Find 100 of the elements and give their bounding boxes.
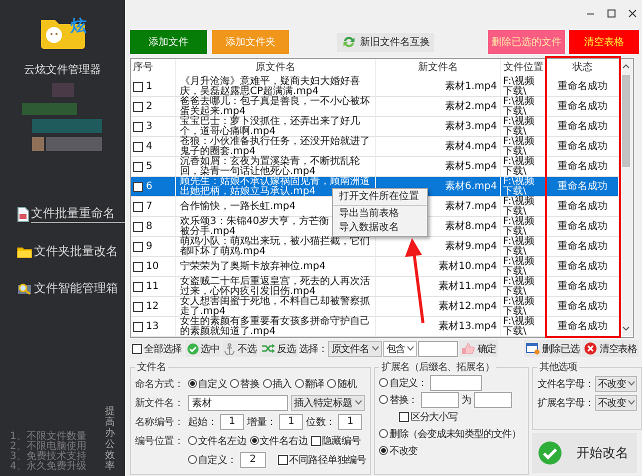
table-cell: 重命名成功 bbox=[547, 77, 619, 96]
table-cell: 5 bbox=[146, 162, 152, 172]
checkbox[interactable] bbox=[133, 202, 143, 212]
checkbox[interactable] bbox=[133, 282, 143, 292]
table-cell: 4 bbox=[146, 142, 152, 152]
radio-button[interactable] bbox=[188, 436, 197, 445]
input-field[interactable] bbox=[418, 340, 458, 356]
sidebar-item[interactable]: 文件智能管理箱 bbox=[34, 280, 118, 297]
table-cell: 3 bbox=[146, 122, 152, 132]
checkbox[interactable] bbox=[133, 142, 143, 152]
radio-button[interactable] bbox=[327, 379, 336, 388]
checkbox[interactable] bbox=[133, 322, 143, 332]
input-field[interactable]: 1 bbox=[279, 414, 304, 430]
checkbox[interactable] bbox=[133, 242, 143, 252]
table-cell: 6 bbox=[146, 182, 152, 192]
field-label: 增量： bbox=[247, 416, 276, 428]
anchor-icon bbox=[224, 342, 236, 354]
checkbox[interactable] bbox=[133, 102, 143, 112]
input-field[interactable]: 2 bbox=[240, 452, 266, 468]
select-button[interactable]: 选中 bbox=[184, 340, 222, 357]
checkbox[interactable] bbox=[133, 302, 143, 312]
table-cell: 素材5.mp4 bbox=[376, 157, 501, 176]
start-rename-button[interactable]: 开始改名 bbox=[532, 433, 638, 473]
caret-icon bbox=[355, 400, 362, 405]
checkbox[interactable] bbox=[278, 454, 288, 464]
table-cell: F:\视频下载\ bbox=[501, 117, 547, 136]
radio-button[interactable] bbox=[262, 379, 272, 388]
feature-text: 1、不限文件数量 bbox=[10, 432, 86, 442]
checkbox-label: 全部选择 bbox=[144, 342, 182, 356]
input-field[interactable] bbox=[420, 392, 459, 408]
checkbox[interactable] bbox=[132, 344, 142, 354]
select-button[interactable]: 不选 bbox=[222, 340, 258, 357]
radio-button[interactable] bbox=[188, 455, 197, 464]
case-dropdown[interactable]: 不改变 bbox=[594, 394, 637, 410]
table-cell: 12 bbox=[146, 302, 159, 312]
radio-button[interactable] bbox=[188, 379, 197, 388]
table-cell: 宁荣荣为了奥斯卡放弃神位.mp4 bbox=[176, 257, 376, 276]
radio-button[interactable] bbox=[230, 379, 240, 388]
table-cell: 重命名成功 bbox=[547, 117, 619, 136]
radio-label: 删除（会变成未知类型的文件） bbox=[389, 428, 522, 440]
checkbox[interactable] bbox=[311, 436, 322, 446]
caret-icon bbox=[628, 400, 636, 405]
magnifier-icon bbox=[17, 282, 32, 295]
feature-text: 2、不限电脑使用 bbox=[10, 442, 86, 452]
table-cell: 7 bbox=[146, 202, 152, 212]
close-icon[interactable] bbox=[628, 8, 637, 18]
document-icon bbox=[17, 206, 29, 222]
insert-dropdown[interactable]: 插入特定标题 bbox=[291, 394, 365, 410]
checkbox[interactable] bbox=[133, 82, 143, 92]
field-dropdown[interactable]: 原文件名 bbox=[328, 340, 382, 356]
table-cell: 1 bbox=[146, 82, 152, 92]
caret-icon bbox=[628, 381, 636, 386]
checkbox[interactable] bbox=[133, 222, 143, 232]
clear-table-button[interactable]: 清空表格 bbox=[569, 30, 639, 54]
swap-names-button[interactable]: 新旧文件名互换 bbox=[337, 32, 434, 52]
table-cell: 重命名成功 bbox=[547, 257, 619, 276]
checkbox[interactable] bbox=[399, 412, 410, 422]
confirm-button[interactable]: 确定 bbox=[459, 340, 498, 357]
table-cell: 8 bbox=[146, 222, 152, 232]
field-label: 编号位置： bbox=[135, 434, 185, 448]
table-cell: 重命名成功 bbox=[547, 317, 619, 336]
radio-button[interactable] bbox=[379, 429, 388, 438]
table-cell: F:\视频下载\ bbox=[501, 77, 547, 96]
checkbox[interactable] bbox=[133, 182, 143, 192]
folder-icon bbox=[17, 246, 32, 258]
radio-button[interactable] bbox=[250, 436, 259, 445]
radio-button[interactable] bbox=[294, 379, 304, 388]
field-label: 扩展名字母： bbox=[537, 396, 594, 410]
field-label: 位数： bbox=[306, 416, 336, 428]
radio-button[interactable] bbox=[379, 395, 388, 404]
table-cell: 爸爸去哪儿：包子真是善良，一不小心被坏蛋关起来.mp4 bbox=[176, 97, 376, 116]
match-dropdown[interactable]: 包含 bbox=[383, 340, 418, 356]
input-field[interactable] bbox=[474, 392, 512, 408]
table-cell: 10 bbox=[146, 262, 159, 272]
checkbox-label: 隐藏编号 bbox=[322, 434, 361, 448]
sidebar-item[interactable]: 文件批量重命名 bbox=[31, 205, 125, 223]
input-field[interactable]: 1 bbox=[338, 414, 362, 430]
checkbox[interactable] bbox=[133, 262, 143, 272]
case-dropdown[interactable]: 不改变 bbox=[594, 376, 637, 392]
input-field[interactable] bbox=[430, 374, 482, 390]
sidebar-item[interactable]: 文件夹批量改名 bbox=[34, 243, 118, 260]
delete-selected-button[interactable]: 删除已选 bbox=[524, 340, 582, 357]
checkbox[interactable] bbox=[133, 162, 143, 172]
add-file-button[interactable]: 添加文件 bbox=[130, 30, 207, 54]
radio-button[interactable] bbox=[379, 378, 388, 387]
radio-button[interactable] bbox=[379, 446, 388, 455]
table-cell: 重命名成功 bbox=[547, 177, 619, 196]
radio-label: 文件名左边 bbox=[198, 434, 247, 448]
input-field[interactable]: 1 bbox=[220, 414, 244, 430]
maximize-icon[interactable] bbox=[607, 8, 616, 18]
clear-table-button[interactable]: 清空表格 bbox=[582, 340, 639, 357]
checkbox[interactable] bbox=[133, 122, 143, 132]
select-button[interactable]: 反选 bbox=[259, 340, 298, 357]
slogan-text: 提高办公效率 bbox=[105, 406, 115, 472]
column-header: 新文件名 bbox=[376, 59, 501, 77]
input-field[interactable]: 素材 bbox=[188, 394, 288, 410]
table-cell: F:\视频下载\ bbox=[501, 237, 547, 256]
radio-label: 自定义 bbox=[198, 378, 228, 390]
table-cell: 重命名成功 bbox=[547, 297, 619, 316]
table-cell: F:\视频下载\ bbox=[501, 157, 547, 176]
